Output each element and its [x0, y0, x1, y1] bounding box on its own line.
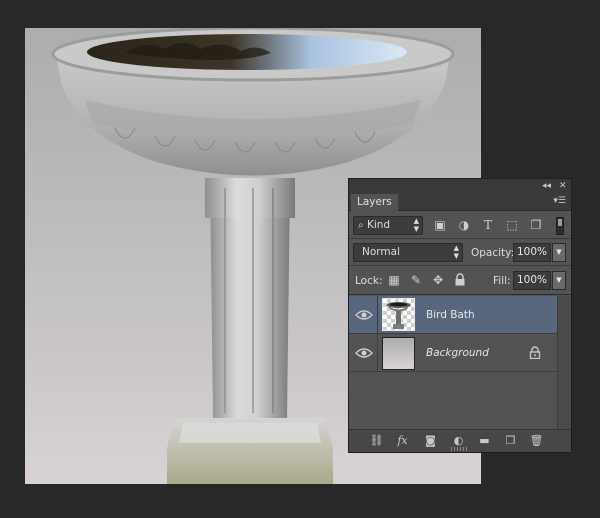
- blend-mode-select[interactable]: Normal ▲ ▼: [353, 243, 463, 262]
- opacity-dropdown-button[interactable]: ▼: [552, 243, 566, 262]
- lock-all-icon[interactable]: [453, 273, 467, 287]
- layer-divider: [377, 334, 378, 372]
- tab-layers[interactable]: Layers: [351, 194, 398, 211]
- layer-row-background[interactable]: Background: [349, 334, 557, 372]
- layers-list: Bird Bath Background: [349, 296, 557, 429]
- panel-tab-row: Layers ▾☰: [349, 193, 571, 211]
- lock-icon: [529, 346, 541, 359]
- layers-scrollbar[interactable]: [557, 296, 571, 429]
- updown-arrows-icon: ▲ ▼: [453, 244, 459, 260]
- panel-resize-grip[interactable]: [451, 447, 469, 451]
- layers-panel: ◂◂ ✕ Layers ▾☰ ⌕ Kind ▲ ▼ ▣ ◑ T ⬚ ❐ Norma…: [348, 178, 572, 453]
- lock-fill-row: Lock: ▦ ✎ ✥ Fill: 100% ▼: [349, 267, 571, 295]
- lock-image-pixels-icon[interactable]: ✎: [409, 273, 423, 287]
- opacity-label: Opacity:: [471, 247, 515, 259]
- lock-transparent-pixels-icon[interactable]: ▦: [387, 273, 401, 287]
- adjustment-filter-icon[interactable]: ◑: [457, 218, 471, 232]
- layer-name-bird-bath[interactable]: Bird Bath: [426, 296, 475, 334]
- eye-icon[interactable]: [355, 346, 373, 360]
- layer-mask-icon[interactable]: ◙: [423, 434, 438, 448]
- blend-mode-value: Normal: [362, 246, 400, 258]
- fx-icon[interactable]: fx: [395, 434, 410, 448]
- layer-divider: [377, 296, 378, 334]
- adjustment-layer-icon[interactable]: ◐: [451, 434, 466, 448]
- updown-arrows-icon: ▲ ▼: [413, 217, 419, 233]
- filter-kind-select[interactable]: ⌕ Kind ▲ ▼: [353, 216, 423, 235]
- new-group-icon[interactable]: ▬: [477, 434, 492, 448]
- shape-filter-icon[interactable]: ⬚: [505, 218, 519, 232]
- filter-kind-label: Kind: [366, 219, 391, 231]
- search-icon: ⌕: [358, 220, 364, 231]
- layer-thumbnail[interactable]: [382, 298, 415, 331]
- double-chevron-left-icon[interactable]: ◂◂: [542, 179, 551, 193]
- fill-dropdown-button[interactable]: ▼: [552, 271, 566, 290]
- panel-menu-icon[interactable]: ▾☰: [553, 196, 566, 206]
- trash-icon[interactable]: 🗑: [529, 434, 544, 448]
- panel-title-bar[interactable]: ◂◂ ✕: [349, 179, 571, 193]
- layer-name-background[interactable]: Background: [426, 334, 489, 372]
- layer-filter-row: ⌕ Kind ▲ ▼ ▣ ◑ T ⬚ ❐: [349, 213, 571, 239]
- layer-thumbnail[interactable]: [382, 337, 415, 370]
- new-layer-icon[interactable]: ❐: [503, 434, 518, 448]
- close-icon[interactable]: ✕: [559, 179, 567, 193]
- filter-toggle[interactable]: [556, 217, 564, 235]
- image-filter-icon[interactable]: ▣: [433, 218, 447, 232]
- lock-position-icon[interactable]: ✥: [431, 273, 445, 287]
- layer-row-bird-bath[interactable]: Bird Bath: [349, 296, 557, 334]
- eye-icon[interactable]: [355, 308, 373, 322]
- blend-opacity-row: Normal ▲ ▼ Opacity: 100% ▼: [349, 240, 571, 266]
- fill-label: Fill:: [493, 275, 511, 287]
- lock-label: Lock:: [355, 275, 383, 287]
- opacity-field[interactable]: 100%: [513, 243, 551, 262]
- bird-bath-thumbnail-icon: [386, 302, 411, 329]
- smart-object-filter-icon[interactable]: ❐: [529, 218, 543, 232]
- fill-field[interactable]: 100%: [513, 271, 551, 290]
- link-layers-icon[interactable]: ⛓: [369, 434, 384, 448]
- type-filter-icon[interactable]: T: [481, 218, 495, 232]
